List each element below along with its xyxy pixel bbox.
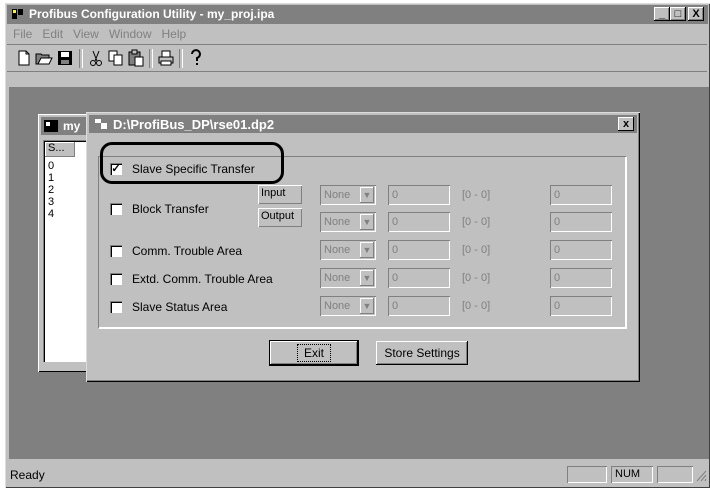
comm-trouble-type-select[interactable]: None ▼ [320,240,376,260]
chevron-down-icon[interactable]: ▼ [360,270,374,286]
status-text: Ready [10,468,45,482]
title-bar[interactable]: Profibus Configuration Utility - my_proj… [7,5,708,24]
output-type-select[interactable]: None ▼ [320,212,376,232]
menu-edit[interactable]: Edit [36,25,67,41]
chevron-down-icon[interactable]: ▼ [360,187,374,203]
comm-trouble-type-value: None [324,244,351,256]
list-item[interactable]: 3 [48,196,54,208]
copy-icon[interactable] [107,49,125,67]
menu-bar: File Edit View Window Help [7,25,707,43]
slave-status-range: [0 - 0] [462,300,491,312]
close-button[interactable]: X [688,7,704,21]
app-title: Profibus Configuration Utility - my_proj… [29,7,275,21]
input-offset-field[interactable]: 0 [550,185,612,205]
extd-comm-trouble-offset-field[interactable]: 0 [550,268,612,288]
list-item[interactable]: 1 [48,172,54,184]
toolbar-separator [179,49,183,68]
app-icon [12,9,23,19]
child-title: my [63,119,81,133]
chevron-down-icon[interactable]: ▼ [360,298,374,314]
slave-status-checkbox[interactable] [110,301,122,313]
status-bar: Ready NUM [7,464,708,486]
status-panel-scroll [657,466,693,483]
list-item[interactable]: 0 [48,160,54,172]
slave-status-offset-field[interactable]: 0 [550,296,612,316]
input-label: Input [258,185,302,204]
input-range: [0 - 0] [462,189,491,201]
comm-trouble-label: Comm. Trouble Area [132,244,243,258]
slave-status-type-select[interactable]: None ▼ [320,296,376,316]
output-size-field[interactable]: 0 [388,212,450,232]
output-offset-field[interactable]: 0 [550,212,612,232]
new-file-icon[interactable] [15,49,33,67]
list-item[interactable]: 4 [48,208,54,220]
status-panel-num: NUM [611,466,653,483]
dialog-title: D:\ProfiBus_DP\rse01.dp2 [113,117,275,132]
resize-grip-icon[interactable] [695,468,707,482]
extd-comm-trouble-range: [0 - 0] [462,272,491,284]
output-type-value: None [324,216,351,228]
extd-comm-trouble-checkbox[interactable] [110,273,122,285]
slave-status-size-field[interactable]: 0 [388,296,450,316]
comm-trouble-size-field[interactable]: 0 [388,240,450,260]
chevron-down-icon[interactable]: ▼ [360,242,374,258]
maximize-button[interactable]: □ [670,7,686,21]
save-icon[interactable] [56,49,74,67]
comm-trouble-checkbox[interactable] [110,245,122,257]
dialog-title-bar[interactable]: D:\ProfiBus_DP\rse01.dp2 x [89,115,637,133]
child-window-icon [44,120,58,132]
slave-status-label: Slave Status Area [132,300,228,314]
status-panel-caps [567,466,607,483]
block-transfer-checkbox[interactable] [110,203,122,215]
cut-icon[interactable] [87,49,105,67]
help-icon[interactable] [187,49,205,67]
slave-status-type-value: None [324,300,351,312]
output-label: Output [258,208,302,227]
store-settings-button[interactable]: Store Settings [376,341,468,365]
input-type-value: None [324,189,351,201]
input-size-field[interactable]: 0 [388,185,450,205]
block-transfer-label: Block Transfer [132,202,209,216]
menu-window[interactable]: Window [103,25,156,41]
open-folder-icon[interactable] [35,49,53,67]
callout-outline [100,142,284,184]
menu-help[interactable]: Help [156,25,191,41]
list-item[interactable]: 2 [48,184,54,196]
toolbar [7,44,707,72]
paste-icon[interactable] [127,49,145,67]
toolbar-separator [149,49,153,68]
slave-list-header[interactable]: S... [45,142,75,157]
print-icon[interactable] [157,49,175,67]
extd-comm-trouble-type-value: None [324,272,351,284]
menu-view[interactable]: View [67,25,103,41]
exit-button[interactable]: Exit [269,340,359,366]
extd-comm-trouble-size-field[interactable]: 0 [388,268,450,288]
comm-trouble-range: [0 - 0] [462,244,491,256]
dialog-close-button[interactable]: x [618,117,634,131]
chevron-down-icon[interactable]: ▼ [360,214,374,230]
output-range: [0 - 0] [462,216,491,228]
extd-comm-trouble-type-select[interactable]: None ▼ [320,268,376,288]
dialog-icon [95,119,107,129]
extd-comm-trouble-label: Extd. Comm. Trouble Area [132,272,273,286]
input-type-select[interactable]: None ▼ [320,185,376,205]
comm-trouble-offset-field[interactable]: 0 [550,240,612,260]
exit-button-label: Exit [296,344,331,362]
minimize-button[interactable]: _ [654,7,670,21]
toolbar-separator [79,49,83,68]
menu-file[interactable]: File [7,25,36,41]
